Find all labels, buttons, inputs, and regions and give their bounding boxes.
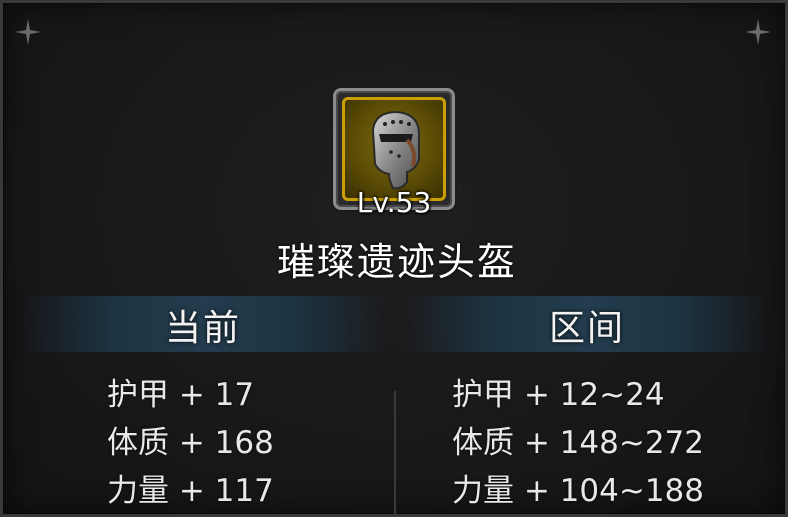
range-stat-strength: 力量 + 104~188 xyxy=(452,473,704,509)
range-stat-constitution: 体质 + 148~272 xyxy=(452,425,704,461)
current-header: 当前 xyxy=(164,308,241,349)
range-stat-armor: 护甲 + 12~24 xyxy=(452,377,665,413)
item-name: 璀璨遗迹头盔 xyxy=(276,240,517,284)
current-stats-list: 护甲 + 17 体质 + 168 力量 + 117 xyxy=(107,371,274,514)
item-level: Lv.53 xyxy=(356,186,432,219)
item-tooltip-panel: Lv.53 璀璨遗迹头盔 当前 区间 护甲 + 17 体质 + 168 力量 +… xyxy=(0,0,788,517)
current-stat-constitution: 体质 + 168 xyxy=(107,425,274,461)
sparkle-corner-icon xyxy=(15,19,41,45)
current-stat-armor: 护甲 + 17 xyxy=(107,377,255,413)
helmet-icon xyxy=(371,110,420,190)
range-header: 区间 xyxy=(548,308,625,349)
range-stats-list: 护甲 + 12~24 体质 + 148~272 力量 + 104~188 xyxy=(452,371,704,514)
column-divider xyxy=(394,391,396,514)
current-stat-strength: 力量 + 117 xyxy=(107,473,274,509)
sparkle-corner-icon xyxy=(745,19,771,45)
